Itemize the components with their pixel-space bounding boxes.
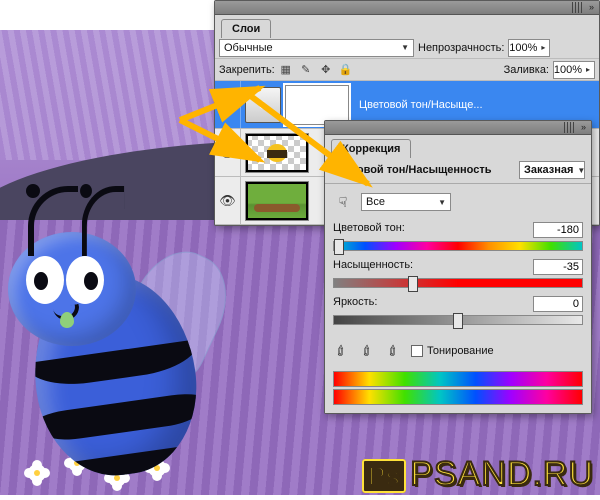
chevron-down-icon: ▼ xyxy=(577,166,585,175)
slider-thumb-icon[interactable] xyxy=(453,313,463,329)
adjustments-panel-header[interactable]: » xyxy=(325,121,591,135)
adjustments-panel: » Коррекция Цветовой тон/Насыщенность За… xyxy=(324,120,592,414)
lock-all-icon[interactable]: 🔒 xyxy=(339,63,353,76)
adjustment-subheader: Цветовой тон/Насыщенность Заказная ▼ xyxy=(325,157,591,184)
layers-lock-row: Закрепить: ▦ ✎ ✥ 🔒 Заливка: 100% ▸ xyxy=(215,59,599,81)
adjustment-type-label: Цветовой тон/Насыщенность xyxy=(331,164,492,176)
lightness-label: Яркость: xyxy=(333,296,377,312)
bee-head xyxy=(8,232,136,346)
layer-thumbnail[interactable] xyxy=(245,181,309,221)
slider-thumb-icon[interactable] xyxy=(408,276,418,292)
panel-drag-handle-icon[interactable] xyxy=(564,122,575,133)
preset-select[interactable]: Заказная ▼ xyxy=(519,161,585,179)
adjustment-layer-icon[interactable]: ◐ xyxy=(245,87,281,123)
channel-value: Все xyxy=(366,196,385,208)
hue-slider[interactable] xyxy=(333,241,583,251)
fill-input[interactable]: 100% ▸ xyxy=(553,61,595,79)
lock-position-icon[interactable]: ✥ xyxy=(319,63,333,76)
bee-character xyxy=(0,180,240,480)
adjustment-body: ☟ Все ▼ Цветовой тон: Насыщенность: xyxy=(325,184,591,413)
watermark: PsPSAND.RU xyxy=(362,455,594,494)
chevron-down-icon: ▼ xyxy=(401,43,409,52)
layers-tab-row: Слои xyxy=(215,15,599,37)
colorize-label: Тонирование xyxy=(427,345,494,357)
hue-slider-row: Цветовой тон: xyxy=(333,222,583,251)
layer-thumbnail[interactable] xyxy=(245,133,309,173)
eyedropper-add-icon[interactable]: ✐ xyxy=(356,340,379,363)
targeted-adjust-icon[interactable]: ☟ xyxy=(333,192,353,212)
visibility-toggle-icon[interactable]: 👁 xyxy=(215,81,241,128)
panel-drag-handle-icon[interactable] xyxy=(572,2,583,13)
lock-transparency-icon[interactable]: ▦ xyxy=(279,63,293,76)
fill-value: 100% xyxy=(554,64,582,76)
saturation-slider-row: Насыщенность: xyxy=(333,259,583,288)
opacity-label: Непрозрачность: xyxy=(418,42,504,54)
panel-menu-icon[interactable]: » xyxy=(578,122,589,133)
slider-thumb-icon[interactable] xyxy=(334,239,344,255)
hue-spectrum-top xyxy=(333,371,583,387)
visibility-toggle-icon[interactable]: 👁 xyxy=(215,177,241,224)
eyedropper-subtract-icon[interactable]: ✐ xyxy=(382,340,405,363)
lightness-slider-row: Яркость: xyxy=(333,296,583,325)
channel-row: ☟ Все ▼ xyxy=(333,192,583,212)
adjustments-tab-row: Коррекция xyxy=(325,135,591,157)
chevron-down-icon: ▸ xyxy=(586,65,590,74)
layer-name-label[interactable]: Цветовой тон/Насыще... xyxy=(353,99,599,111)
layers-blend-row: Обычные ▼ Непрозрачность: 100% ▸ xyxy=(215,37,599,59)
blend-mode-select[interactable]: Обычные ▼ xyxy=(219,39,414,57)
saturation-slider[interactable] xyxy=(333,278,583,288)
lightness-value-input[interactable] xyxy=(533,296,583,312)
lock-label: Закрепить: xyxy=(219,64,275,76)
hue-value-input[interactable] xyxy=(533,222,583,238)
saturation-value-input[interactable] xyxy=(533,259,583,275)
blend-mode-value: Обычные xyxy=(224,42,273,54)
lock-pixels-icon[interactable]: ✎ xyxy=(299,63,313,76)
eyedropper-icon[interactable]: ✐ xyxy=(330,340,353,363)
eyedropper-row: ✐ ✐ ✐ Тонирование xyxy=(333,343,583,359)
hue-label: Цветовой тон: xyxy=(333,222,405,238)
visibility-toggle-icon[interactable]: 👁 xyxy=(215,129,241,176)
colorize-checkbox[interactable]: Тонирование xyxy=(411,345,494,357)
layers-panel-header[interactable]: » xyxy=(215,1,599,15)
tab-adjustments[interactable]: Коррекция xyxy=(331,139,411,158)
opacity-value: 100% xyxy=(509,42,537,54)
opacity-input[interactable]: 100% ▸ xyxy=(508,39,550,57)
tab-layers[interactable]: Слои xyxy=(221,19,271,38)
preset-value: Заказная xyxy=(524,164,573,176)
chevron-down-icon: ▼ xyxy=(438,198,446,207)
hue-spectrum-bottom xyxy=(333,389,583,405)
chevron-down-icon: ▸ xyxy=(541,43,545,52)
saturation-label: Насыщенность: xyxy=(333,259,413,275)
fill-label: Заливка: xyxy=(504,64,549,76)
lightness-slider[interactable] xyxy=(333,315,583,325)
layer-mask-thumbnail[interactable] xyxy=(285,85,349,125)
lock-icons-group: ▦ ✎ ✥ 🔒 xyxy=(279,63,353,76)
channel-select[interactable]: Все ▼ xyxy=(361,193,451,211)
panel-menu-icon[interactable]: » xyxy=(586,2,597,13)
